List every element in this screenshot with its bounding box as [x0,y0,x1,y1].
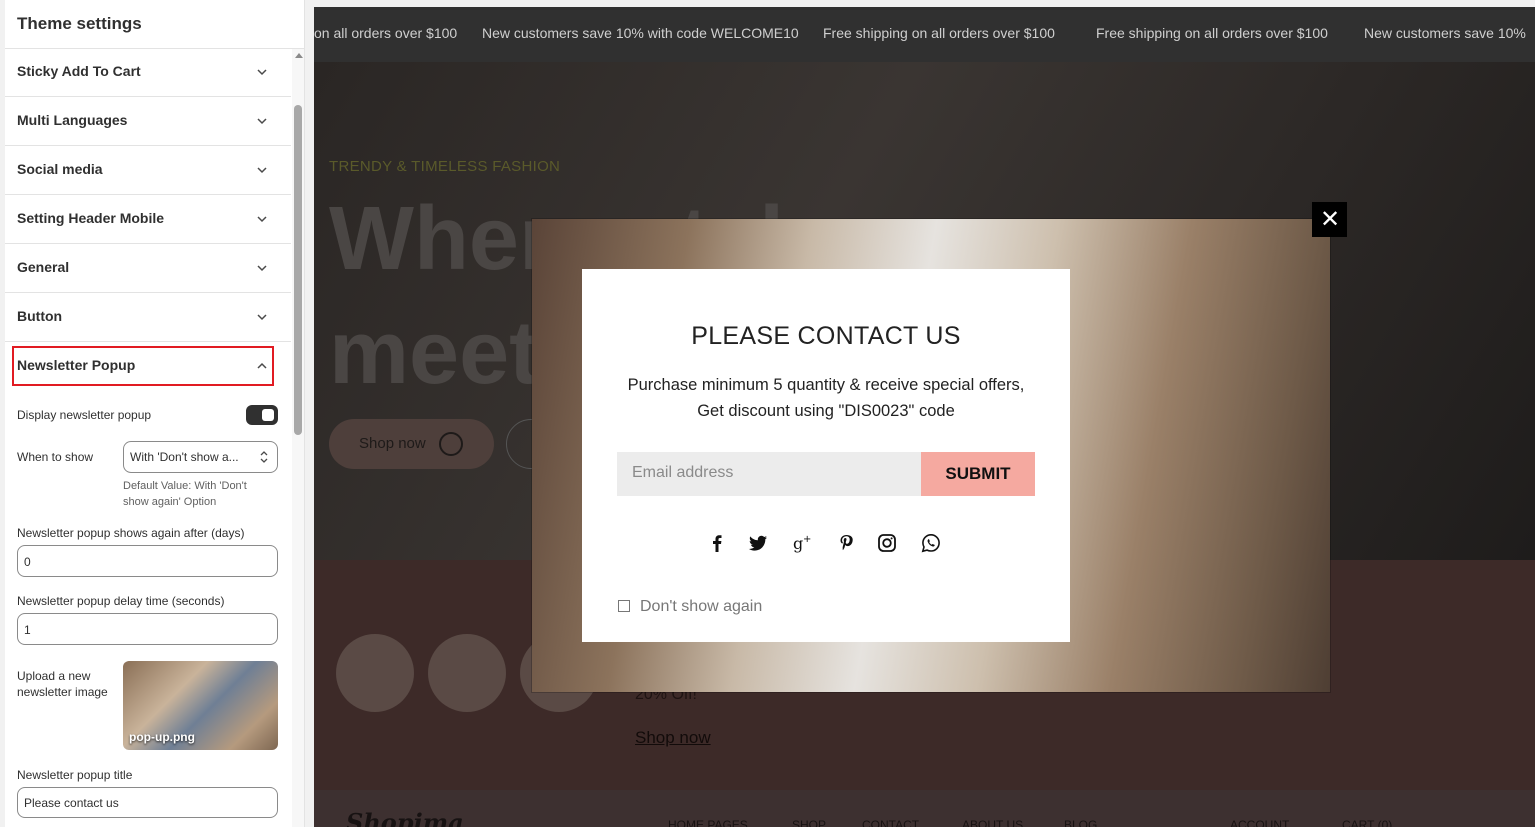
chevron-down-icon [257,314,267,321]
svg-text:+: + [803,534,811,545]
announcement-item: Free shipping on all orders over $100 [823,25,1055,41]
whatsapp-icon[interactable] [920,532,942,554]
nav-item-home-pages[interactable]: HOME PAGES [668,818,748,827]
upload-image-label: Upload a new newsletter image [17,669,108,699]
email-input[interactable]: Email address [617,452,921,496]
section-label: General [17,259,70,275]
announcement-item: Free shipping on all orders over $100 [1096,25,1328,41]
shows-again-label: Newsletter popup shows again after (days… [17,526,245,540]
promo-shop-now-link[interactable]: Shop now [635,728,711,748]
theme-settings-sidebar: Theme settings Sticky Add To Cart Multi … [5,0,305,827]
when-to-show-help: Default Value: With 'Don't show again' O… [123,480,247,508]
announcement-item: New customers save 10% [1364,25,1526,41]
hero-shop-now-button[interactable]: Shop now [329,419,494,469]
announcement-item: New customers save 10% with code WELCOME… [482,25,799,41]
delay-time-label: Newsletter popup delay time (seconds) [17,594,225,608]
popup-title-input[interactable]: Please contact us [17,787,278,818]
dont-show-again-checkbox[interactable] [618,600,630,612]
arrow-right-circle-icon [439,432,463,456]
section-label: Button [17,308,63,324]
popup-close-button[interactable]: ✕ [1312,202,1347,237]
google-plus-icon[interactable]: g + [792,532,814,554]
highlight-box [12,346,274,386]
announcement-bar: on all orders over $100 New customers sa… [314,7,1535,62]
chevron-down-icon [257,118,267,125]
section-setting-header-mobile[interactable]: Setting Header Mobile [5,195,291,244]
nav-item-blog[interactable]: BLOG [1064,818,1097,827]
announcement-item: on all orders over $100 [314,25,458,41]
display-newsletter-toggle[interactable] [246,405,278,425]
instagram-icon[interactable] [876,532,898,554]
nav-item-account[interactable]: ACCOUNT [1230,818,1289,827]
section-label: Multi Languages [17,112,128,128]
popup-title: PLEASE CONTACT US [691,322,961,350]
category-circle-men[interactable] [428,634,506,712]
section-multi-languages[interactable]: Multi Languages [5,97,291,146]
display-newsletter-label: Display newsletter popup [17,408,152,422]
close-icon: ✕ [1320,205,1341,233]
select-arrows-icon [260,451,268,463]
dont-show-again-label[interactable]: Don't show again [640,598,762,616]
section-label: Social media [17,161,103,177]
button-label: Shop now [359,435,426,452]
nav-item-cart[interactable]: CART (0) [1342,818,1392,827]
chevron-down-icon [257,69,267,76]
when-to-show-select[interactable]: With 'Don't show a... [123,441,278,473]
category-circle-bags[interactable] [336,634,414,712]
when-to-show-value: With 'Don't show a... [130,450,239,464]
when-to-show-label: When to show [17,450,94,464]
section-label: Setting Header Mobile [17,210,165,226]
section-sticky-add-to-cart[interactable]: Sticky Add To Cart [5,48,291,97]
submit-button[interactable]: SUBMIT [921,452,1035,496]
nav-item-about-us[interactable]: ABOUT US [962,818,1023,827]
pinterest-icon[interactable] [835,532,857,554]
section-label: Sticky Add To Cart [17,63,141,79]
scroll-up-arrow[interactable] [295,53,303,58]
section-general[interactable]: General [5,244,291,293]
facebook-icon[interactable] [706,532,728,554]
store-logo[interactable]: Shopima [346,808,464,827]
image-filename: pop-up.png [129,730,195,744]
chevron-down-icon [257,216,267,223]
delay-time-input[interactable]: 1 [17,613,278,645]
section-social-media[interactable]: Social media [5,146,291,195]
newsletter-image-thumbnail[interactable]: pop-up.png [123,661,278,750]
toggle-knob [262,409,274,421]
chevron-down-icon [257,167,267,174]
section-button[interactable]: Button [5,293,291,342]
shows-again-input[interactable]: 0 [17,545,278,577]
nav-item-shop[interactable]: SHOP [792,818,826,827]
hero-tagline: TRENDY & TIMELESS FASHION [329,158,561,175]
svg-text:g: g [793,534,803,553]
popup-description: Purchase minimum 5 quantity & receive sp… [627,376,1025,420]
sidebar-title: Theme settings [17,14,142,33]
chevron-down-icon [257,265,267,272]
scrollbar-thumb[interactable] [294,105,302,435]
nav-item-contact[interactable]: CONTACT [862,818,919,827]
site-header: Shopima HOME PAGES SHOP CONTACT ABOUT US… [314,790,1535,827]
twitter-icon[interactable] [747,532,769,554]
newsletter-popup-card: PLEASE CONTACT US Purchase minimum 5 qua… [582,269,1070,642]
popup-title-label: Newsletter popup title [17,768,133,782]
